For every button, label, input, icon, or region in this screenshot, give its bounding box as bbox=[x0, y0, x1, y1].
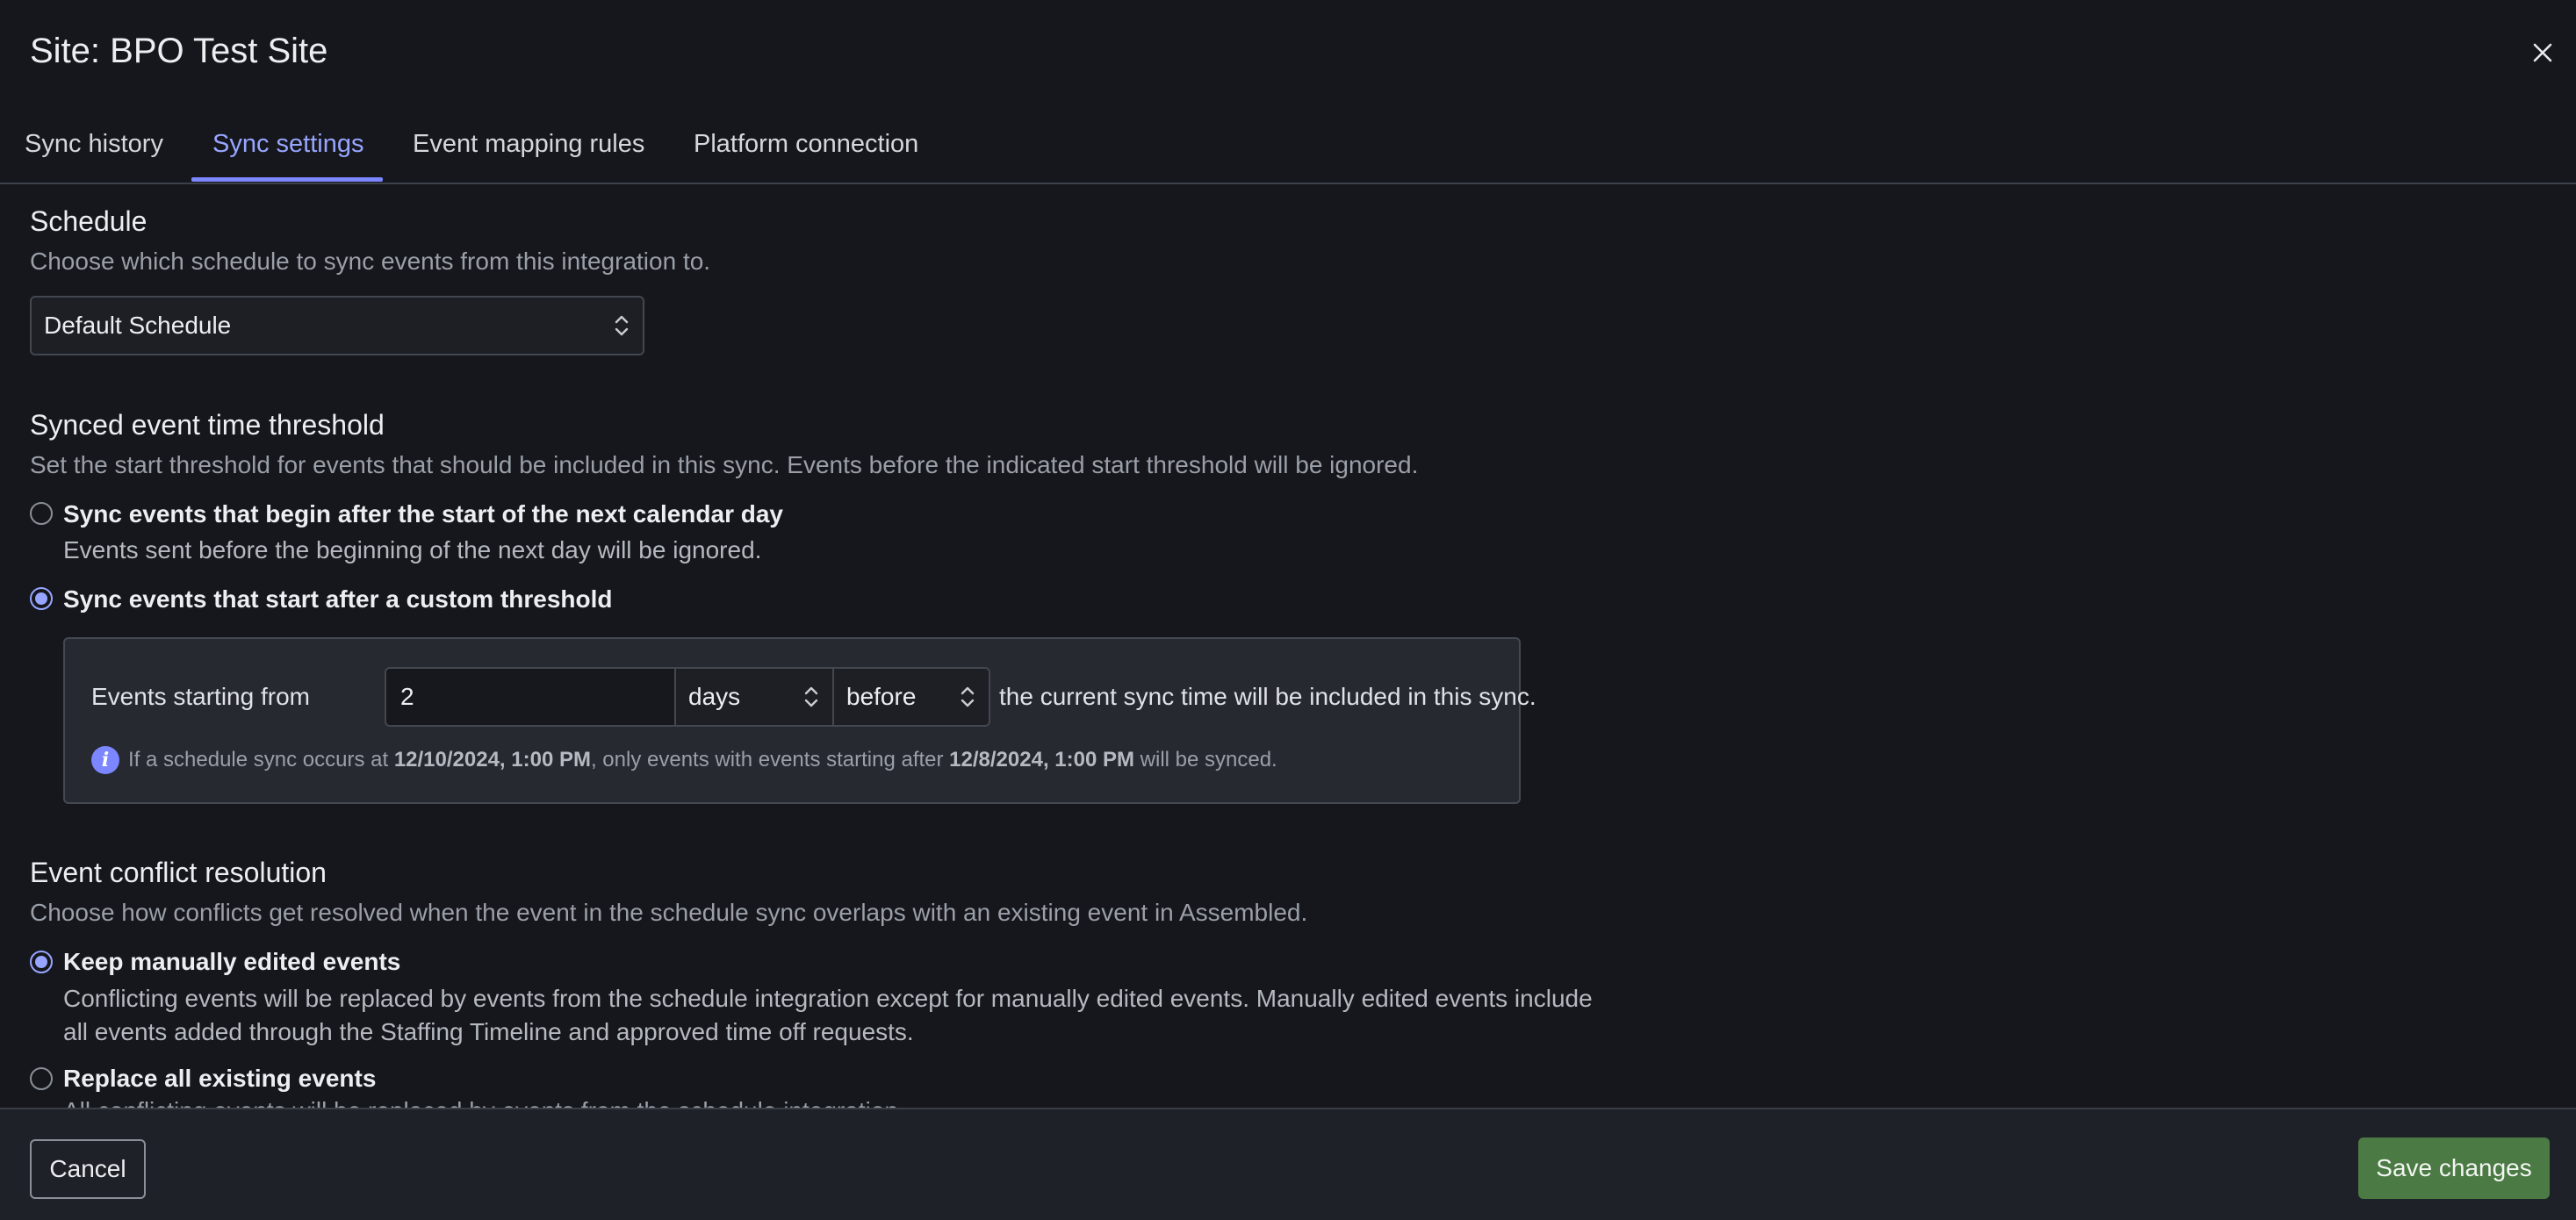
tab-sync-settings[interactable]: Sync settings bbox=[212, 130, 363, 159]
radio-desc-keep-manually-edited-2: all events added through the Staffing Ti… bbox=[63, 1018, 914, 1045]
radio-label-next-calendar-day[interactable]: Sync events that begin after the start o… bbox=[63, 500, 783, 528]
close-button[interactable] bbox=[2529, 35, 2557, 70]
custom-threshold-suffix: the current sync time will be included i… bbox=[999, 683, 1536, 710]
threshold-amount-value: 2 bbox=[400, 683, 414, 710]
schedule-select[interactable]: Default Schedule bbox=[30, 296, 644, 355]
save-changes-button[interactable]: Save changes bbox=[2358, 1137, 2550, 1199]
radio-replace-all[interactable] bbox=[30, 1067, 53, 1090]
threshold-unit-value: days bbox=[688, 683, 741, 710]
schedule-title: Schedule bbox=[30, 205, 148, 237]
radio-keep-manually-edited[interactable] bbox=[30, 951, 53, 973]
chevron-updown-icon bbox=[615, 315, 629, 336]
threshold-unit-select[interactable]: days bbox=[674, 667, 834, 727]
page-title: Site: BPO Test Site bbox=[30, 32, 328, 70]
threshold-amount-input[interactable]: 2 bbox=[385, 667, 676, 727]
threshold-direction-value: before bbox=[846, 683, 917, 710]
tab-bar: Sync history Sync settings Event mapping… bbox=[0, 114, 2576, 184]
radio-next-calendar-day[interactable] bbox=[30, 502, 53, 525]
tab-event-mapping-rules[interactable]: Event mapping rules bbox=[413, 130, 644, 159]
custom-threshold-panel: Events starting from 2 days before the c… bbox=[63, 637, 1536, 804]
cancel-button[interactable]: Cancel bbox=[30, 1139, 146, 1199]
threshold-description: Set the start threshold for events that … bbox=[30, 451, 1419, 478]
conflict-description: Choose how conflicts get resolved when t… bbox=[30, 899, 1308, 926]
radio-label-replace-all[interactable]: Replace all existing events bbox=[63, 1065, 376, 1093]
info-start-date: 12/8/2024, 1:00 PM bbox=[949, 748, 1134, 771]
threshold-info-text: If a schedule sync occurs at 12/10/2024,… bbox=[128, 748, 1277, 771]
conflict-title: Event conflict resolution bbox=[30, 857, 327, 888]
threshold-direction-select[interactable]: before bbox=[832, 667, 990, 727]
radio-custom-threshold[interactable] bbox=[30, 587, 53, 610]
schedule-select-value: Default Schedule bbox=[44, 312, 232, 339]
tab-platform-connection[interactable]: Platform connection bbox=[694, 130, 918, 159]
tab-sync-history[interactable]: Sync history bbox=[25, 130, 163, 159]
radio-desc-keep-manually-edited-1: Conflicting events will be replaced by e… bbox=[63, 985, 1593, 1012]
radio-label-custom-threshold[interactable]: Sync events that start after a custom th… bbox=[63, 585, 613, 614]
active-tab-indicator bbox=[191, 177, 383, 182]
modal-footer: Cancel Save changes bbox=[0, 1108, 2576, 1220]
threshold-title: Synced event time threshold bbox=[30, 409, 385, 441]
radio-label-keep-manually-edited[interactable]: Keep manually edited events bbox=[63, 948, 400, 976]
custom-threshold-prefix: Events starting from bbox=[91, 683, 310, 710]
chevron-updown-icon bbox=[804, 686, 818, 707]
chevron-updown-icon bbox=[961, 686, 975, 707]
info-icon: i bbox=[91, 746, 119, 774]
schedule-description: Choose which schedule to sync events fro… bbox=[30, 248, 711, 275]
info-sync-date: 12/10/2024, 1:00 PM bbox=[393, 748, 591, 771]
radio-desc-next-calendar-day: Events sent before the beginning of the … bbox=[63, 536, 762, 563]
close-icon bbox=[2533, 43, 2552, 62]
